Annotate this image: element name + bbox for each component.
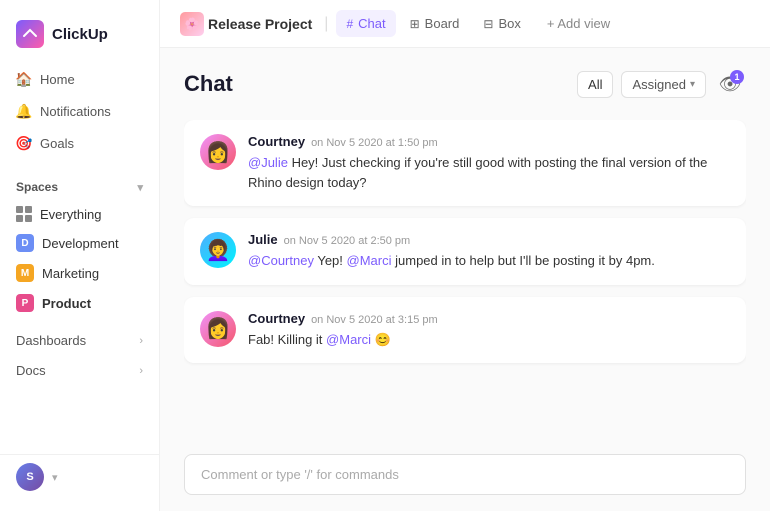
chat-filters: All Assigned ▾ 👁 1 [577,68,746,100]
sidebar-item-home[interactable]: 🏠 Home [8,64,151,94]
chat-input[interactable]: Comment or type '/' for commands [184,454,746,495]
sidebar-item-notifications-label: Notifications [40,104,111,119]
message-card-1: 👩 Courtney on Nov 5 2020 at 1:50 pm @Jul… [184,120,746,206]
box-tab-icon: ⊟ [483,17,493,31]
tab-chat[interactable]: # Chat [336,10,395,37]
marketing-label: Marketing [42,266,99,281]
filter-all-button[interactable]: All [577,71,613,98]
chevron-down-icon: ▾ [690,79,695,90]
message-time-1: on Nov 5 2020 at 1:50 pm [311,137,438,149]
sidebar-item-goals[interactable]: 🎯 Goals [8,128,151,158]
notification-bell[interactable]: 👁 1 [714,68,746,100]
mention-marci-2: @Marci [326,332,371,347]
mention-marci: @Marci [347,253,392,268]
avatar-julie: 👩‍🦱 [200,232,236,268]
chat-input-area: Comment or type '/' for commands [160,442,770,511]
message-card-2: 👩‍🦱 Julie on Nov 5 2020 at 2:50 pm @Cour… [184,218,746,285]
logo: ClickUp [0,12,159,64]
message-card-3: 👩 Courtney on Nov 5 2020 at 3:15 pm Fab!… [184,297,746,364]
everything-label: Everything [40,207,101,222]
sidebar-item-dashboards[interactable]: Dashboards › [8,326,151,355]
bell-badge: 1 [730,70,744,84]
product-label: Product [42,296,91,311]
message-meta-2: Julie on Nov 5 2020 at 2:50 pm [248,232,730,247]
sidebar-item-development[interactable]: D Development [8,228,151,258]
message-body-2: Julie on Nov 5 2020 at 2:50 pm @Courtney… [248,232,730,271]
main-content: 🌸 Release Project | # Chat ⊞ Board ⊟ Box… [160,0,770,511]
sidebar: ClickUp 🏠 Home 🔔 Notifications 🎯 Goals S… [0,0,160,511]
message-author-2: Julie [248,232,278,247]
spaces-section: Spaces ▾ Everything D Development M Mark… [0,174,159,318]
tab-divider: | [324,15,328,33]
message-text-3: Fab! Killing it @Marci 😊 [248,330,730,350]
home-icon: 🏠 [16,71,32,87]
assigned-label: Assigned [632,77,685,92]
notifications-icon: 🔔 [16,103,32,119]
chat-tab-icon: # [346,17,353,31]
project-icon: 🌸 [180,12,204,36]
message-author-3: Courtney [248,311,305,326]
mkt-badge: M [16,264,34,282]
message-body-1: Courtney on Nov 5 2020 at 1:50 pm @Julie… [248,134,730,192]
user-avatar[interactable]: S [16,463,44,491]
avatar-courtney-2: 👩 [200,311,236,347]
filter-assigned-button[interactable]: Assigned ▾ [621,71,706,98]
chat-header: Chat All Assigned ▾ 👁 1 [184,68,746,100]
board-tab-icon: ⊞ [410,17,420,31]
logo-text: ClickUp [52,26,108,43]
chat-area: Chat All Assigned ▾ 👁 1 👩 [160,48,770,442]
chevron-down-icon: ▾ [52,471,58,484]
sidebar-item-product[interactable]: P Product [8,288,151,318]
add-view-button[interactable]: + Add view [539,10,618,37]
tab-board-label: Board [425,16,460,31]
message-body-3: Courtney on Nov 5 2020 at 3:15 pm Fab! K… [248,311,730,350]
message-time-3: on Nov 5 2020 at 3:15 pm [311,314,438,326]
chevron-right-icon: › [139,365,143,377]
dev-badge: D [16,234,34,252]
message-time-2: on Nov 5 2020 at 2:50 pm [284,235,411,247]
goals-icon: 🎯 [16,135,32,151]
sidebar-item-docs[interactable]: Docs › [8,356,151,385]
tab-chat-label: Chat [358,16,385,31]
project-name: Release Project [208,16,312,32]
everything-icon [16,206,32,222]
message-text-1: @Julie Hey! Just checking if you're stil… [248,153,730,192]
topbar: 🌸 Release Project | # Chat ⊞ Board ⊟ Box… [160,0,770,48]
sidebar-bottom: S ▾ [0,454,159,499]
sidebar-nav: 🏠 Home 🔔 Notifications 🎯 Goals [0,64,159,158]
prod-badge: P [16,294,34,312]
sidebar-item-home-label: Home [40,72,75,87]
chevron-right-icon: › [139,335,143,347]
spaces-header: Spaces ▾ [8,174,151,200]
mention-julie: @Julie [248,155,288,170]
sidebar-item-everything[interactable]: Everything [8,200,151,228]
extra-links: Dashboards › Docs › [0,326,159,385]
sidebar-item-marketing[interactable]: M Marketing [8,258,151,288]
sidebar-item-goals-label: Goals [40,136,74,151]
chevron-down-icon: ▾ [137,181,143,194]
development-label: Development [42,236,119,251]
logo-icon [16,20,44,48]
tab-board[interactable]: ⊞ Board [400,10,470,37]
avatar-courtney-1: 👩 [200,134,236,170]
message-author-1: Courtney [248,134,305,149]
message-meta-1: Courtney on Nov 5 2020 at 1:50 pm [248,134,730,149]
messages-list: 👩 Courtney on Nov 5 2020 at 1:50 pm @Jul… [184,120,746,442]
mention-courtney: @Courtney [248,253,314,268]
tab-box-label: Box [498,16,520,31]
message-meta-3: Courtney on Nov 5 2020 at 3:15 pm [248,311,730,326]
tab-box[interactable]: ⊟ Box [473,10,530,37]
sidebar-item-notifications[interactable]: 🔔 Notifications [8,96,151,126]
chat-title: Chat [184,71,233,97]
message-text-2: @Courtney Yep! @Marci jumped in to help … [248,251,730,271]
